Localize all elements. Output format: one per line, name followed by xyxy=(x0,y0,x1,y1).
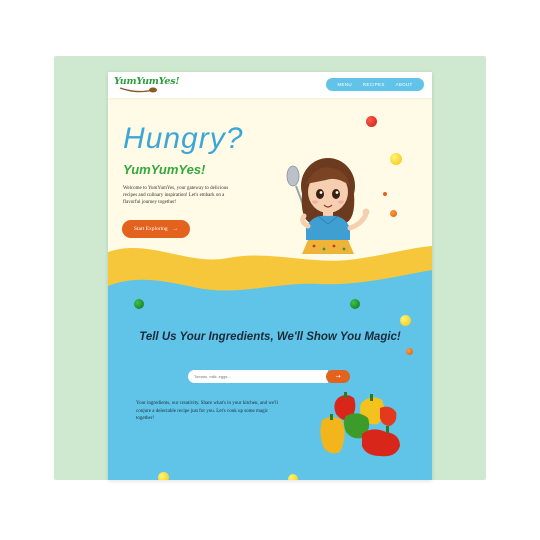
ingredient-search-button[interactable]: → xyxy=(326,370,350,383)
ingredient-search-input[interactable] xyxy=(188,370,328,383)
tomato-ball xyxy=(366,116,377,127)
orange-ball xyxy=(383,192,387,196)
lemon-ball xyxy=(288,474,298,480)
arrow-right-icon: → xyxy=(335,373,341,380)
hero-description: Welcome to YumYumYes, your gateway to de… xyxy=(123,186,229,205)
ingredient-search: → xyxy=(188,370,350,383)
site-header: YumYumYes! MENU RECIPES ABOUT xyxy=(108,72,432,98)
hero-subtitle: YumYumYes! xyxy=(123,162,206,177)
lemon-ball xyxy=(390,153,402,165)
green-pea-ball xyxy=(350,299,360,309)
nav-item-menu[interactable]: MENU xyxy=(337,82,351,87)
main-nav: MENU RECIPES ABOUT xyxy=(326,78,424,91)
hero-title: Hungry? xyxy=(123,122,244,155)
start-exploring-button[interactable]: Start Exploring → xyxy=(122,220,190,238)
landing-page: YumYumYes! MENU RECIPES ABOUT Hungry? Yu… xyxy=(108,72,432,480)
nav-item-recipes[interactable]: RECIPES xyxy=(363,82,385,87)
chef-girl-illustration xyxy=(286,158,370,254)
spoon-icon xyxy=(119,87,157,93)
lemon-ball xyxy=(400,315,411,326)
arrow-right-icon: → xyxy=(172,226,179,232)
nav-item-about[interactable]: ABOUT xyxy=(396,82,413,87)
orange-ball xyxy=(406,348,413,355)
ingredients-section-title: Tell Us Your Ingredients, We'll Show You… xyxy=(139,331,401,343)
bell-peppers-illustration xyxy=(320,392,400,457)
cta-label: Start Exploring xyxy=(133,226,168,232)
green-pea-ball xyxy=(134,299,144,309)
orange-ball xyxy=(390,210,397,217)
ingredients-description: Your ingredients, our creativity. Share … xyxy=(136,401,278,421)
lemon-ball xyxy=(158,472,169,480)
